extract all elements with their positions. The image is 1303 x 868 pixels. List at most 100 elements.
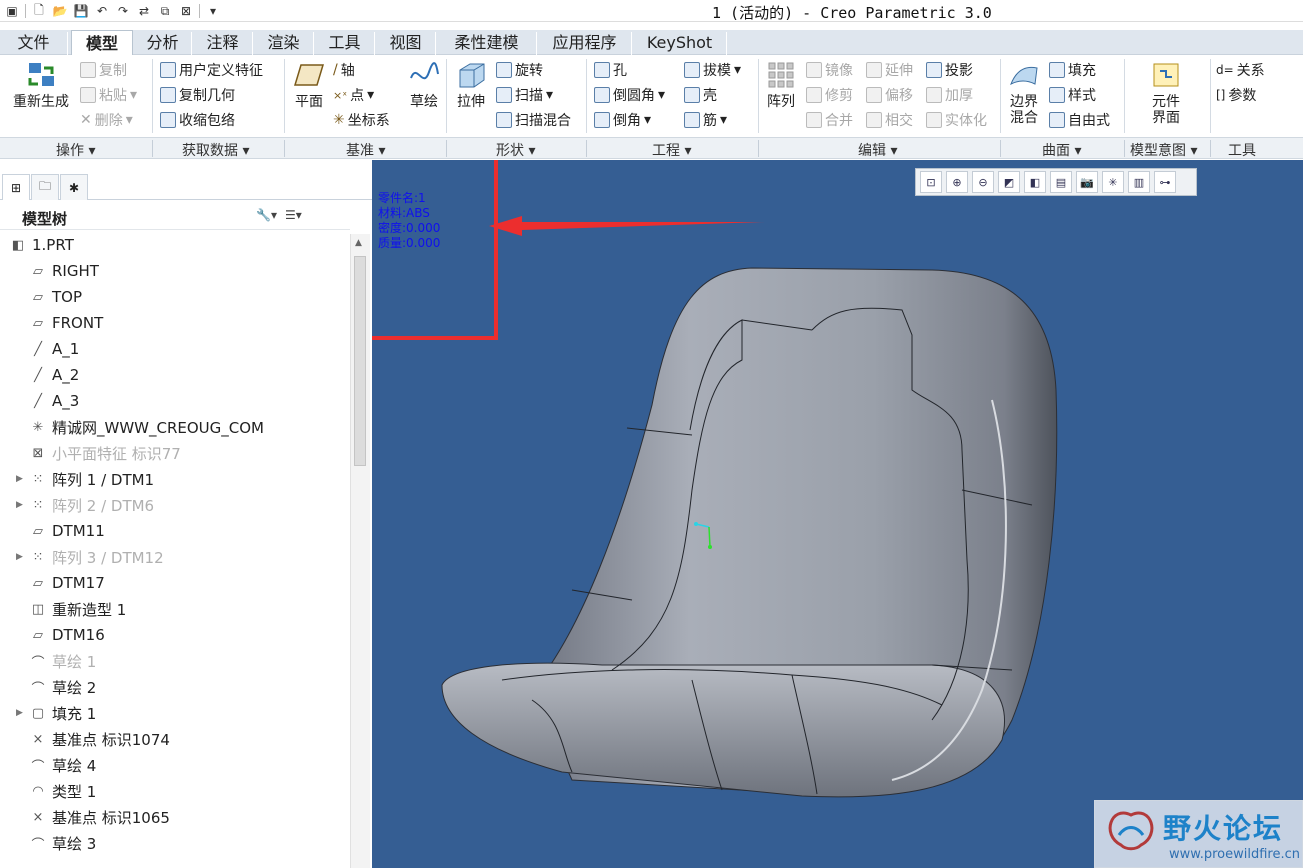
group-editing[interactable]: 编辑 ▾ bbox=[858, 140, 897, 160]
tree-item[interactable]: ▶ ⁙ 阵列 2 / DTM6 bbox=[0, 492, 350, 518]
scrollbar-thumb[interactable] bbox=[354, 256, 366, 466]
regenerate-button[interactable]: 重新生成 bbox=[8, 60, 74, 110]
plane-button[interactable]: 平面 bbox=[290, 60, 328, 110]
group-datum[interactable]: 基准 ▾ bbox=[346, 140, 385, 160]
csys-button[interactable]: ✳ 坐标系 bbox=[333, 110, 390, 130]
axis-button[interactable]: / 轴 bbox=[333, 60, 355, 80]
tab-annotate[interactable]: 注释 bbox=[193, 32, 253, 55]
component-interface-button[interactable]: 元件 界面 bbox=[1146, 60, 1186, 126]
scroll-up-icon[interactable]: ▲ bbox=[355, 238, 362, 248]
project-button[interactable]: 投影 bbox=[926, 60, 973, 80]
tree-item[interactable]: ▱ TOP bbox=[0, 284, 350, 310]
udf-button[interactable]: 用户定义特征 bbox=[160, 60, 263, 80]
tree-item[interactable]: ╱ A_1 bbox=[0, 336, 350, 362]
tree-item[interactable]: × 基准点 标识1065 bbox=[0, 804, 350, 830]
tab-analysis[interactable]: 分析 bbox=[134, 32, 192, 55]
refit-icon[interactable]: ⊡ bbox=[920, 171, 942, 193]
swept-blend-button[interactable]: 扫描混合 bbox=[496, 110, 571, 130]
open-folder-icon[interactable]: 📂 bbox=[52, 3, 68, 19]
seat-model[interactable] bbox=[372, 160, 1303, 868]
style-button[interactable]: 样式 bbox=[1049, 85, 1096, 105]
view-manager-icon[interactable]: 📷 bbox=[1076, 171, 1098, 193]
tab-flexible-modeling[interactable]: 柔性建模 bbox=[437, 32, 537, 55]
expand-arrow-icon[interactable]: ▶ bbox=[16, 474, 23, 484]
tree-item[interactable]: ▱ DTM17 bbox=[0, 570, 350, 596]
redo-icon[interactable]: ↷ bbox=[115, 3, 131, 19]
customize-toolbar-icon[interactable]: ▾ bbox=[205, 3, 221, 19]
close-window-icon[interactable]: ⊠ bbox=[178, 3, 194, 19]
tree-item[interactable]: ▱ FRONT bbox=[0, 310, 350, 336]
chamfer-button[interactable]: 倒角 ▾ bbox=[594, 110, 651, 130]
tree-item[interactable]: ▶ ⁙ 阵列 3 / DTM12 bbox=[0, 544, 350, 570]
freestyle-button[interactable]: 自由式 bbox=[1049, 110, 1110, 130]
copy-button[interactable]: 复制 bbox=[80, 60, 127, 80]
hole-button[interactable]: 孔 bbox=[594, 60, 627, 80]
tree-item[interactable]: ╱ A_3 bbox=[0, 388, 350, 414]
fill-button[interactable]: 填充 bbox=[1049, 60, 1096, 80]
tree-item[interactable]: × 基准点 标识1074 bbox=[0, 726, 350, 752]
rib-button[interactable]: 筋 ▾ bbox=[684, 110, 727, 130]
boundary-blend-button[interactable]: 边界 混合 bbox=[1005, 60, 1043, 126]
extend-button[interactable]: 延伸 bbox=[866, 60, 913, 80]
draft-button[interactable]: 拔模 ▾ bbox=[684, 60, 741, 80]
tree-item[interactable]: ⌒ 草绘 4 bbox=[0, 752, 350, 778]
tab-view[interactable]: 视图 bbox=[376, 32, 436, 55]
extrude-button[interactable]: 拉伸 bbox=[452, 60, 490, 110]
expand-arrow-icon[interactable]: ▶ bbox=[16, 552, 23, 562]
group-tools[interactable]: 工具 bbox=[1228, 140, 1256, 160]
offset-button[interactable]: 偏移 bbox=[866, 85, 913, 105]
group-get-data[interactable]: 获取数据 ▾ bbox=[182, 140, 249, 160]
tree-item[interactable]: ✳ 精诚网_WWW_CREOUG_COM bbox=[0, 414, 350, 440]
mirror-button[interactable]: 镜像 bbox=[806, 60, 853, 80]
sweep-button[interactable]: 扫描 ▾ bbox=[496, 85, 553, 105]
annotation-display-icon[interactable]: ▥ bbox=[1128, 171, 1150, 193]
group-surfaces[interactable]: 曲面 ▾ bbox=[1042, 140, 1081, 160]
parameters-button[interactable]: [] 参数 bbox=[1216, 85, 1256, 105]
tree-settings-icon[interactable]: 🔧▾ bbox=[256, 208, 277, 222]
pattern-button[interactable]: 阵列 bbox=[762, 60, 800, 110]
copy-geometry-button[interactable]: 复制几何 bbox=[160, 85, 235, 105]
tab-model[interactable]: 模型 bbox=[71, 30, 133, 56]
tree-item[interactable]: ◫ 重新造型 1 bbox=[0, 596, 350, 622]
intersect-button[interactable]: 相交 bbox=[866, 110, 913, 130]
tree-item[interactable]: ▶ ⁙ 阵列 1 / DTM1 bbox=[0, 466, 350, 492]
undo-icon[interactable]: ↶ bbox=[94, 3, 110, 19]
repaint-icon[interactable]: ◩ bbox=[998, 171, 1020, 193]
shell-button[interactable]: 壳 bbox=[684, 85, 717, 105]
trim-button[interactable]: 修剪 bbox=[806, 85, 853, 105]
sketch-button[interactable]: 草绘 bbox=[406, 60, 442, 110]
regenerate-small-icon[interactable]: ⇄ bbox=[136, 3, 152, 19]
tree-item[interactable]: ▱ RIGHT bbox=[0, 258, 350, 284]
relations-button[interactable]: d= 关系 bbox=[1216, 60, 1265, 80]
zoom-in-icon[interactable]: ⊕ bbox=[946, 171, 968, 193]
tab-render[interactable]: 渲染 bbox=[254, 32, 314, 55]
point-button[interactable]: ×ˣ 点 ▾ bbox=[333, 85, 374, 105]
tab-file[interactable]: 文件 bbox=[0, 32, 68, 55]
tab-applications[interactable]: 应用程序 bbox=[538, 32, 632, 55]
group-operations[interactable]: 操作 ▾ bbox=[56, 140, 95, 160]
group-engineering[interactable]: 工程 ▾ bbox=[652, 140, 691, 160]
expand-arrow-icon[interactable]: ▶ bbox=[16, 500, 23, 510]
tree-item[interactable]: ▱ DTM11 bbox=[0, 518, 350, 544]
paste-button[interactable]: 粘贴 ▾ bbox=[80, 85, 137, 105]
tree-item[interactable]: ⌒ 草绘 3 bbox=[0, 830, 350, 856]
tree-columns-icon[interactable]: ☰▾ bbox=[285, 208, 302, 222]
graphics-viewport[interactable]: 零件名:1 材料:ABS 密度:0.000 质量:0.000 ⊡ ⊕ ⊖ ◩ ◧… bbox=[372, 160, 1303, 868]
spin-center-icon[interactable]: ⊶ bbox=[1154, 171, 1176, 193]
merge-button[interactable]: 合并 bbox=[806, 110, 853, 130]
zoom-out-icon[interactable]: ⊖ bbox=[972, 171, 994, 193]
shrinkwrap-button[interactable]: 收缩包络 bbox=[160, 110, 235, 130]
display-style-icon[interactable]: ◧ bbox=[1024, 171, 1046, 193]
group-model-intent[interactable]: 模型意图 ▾ bbox=[1130, 140, 1197, 160]
tree-item[interactable]: ▱ DTM16 bbox=[0, 622, 350, 648]
expand-arrow-icon[interactable]: ▶ bbox=[16, 708, 23, 718]
model-tree-scrollbar[interactable]: ▲ bbox=[350, 234, 370, 868]
saved-orientations-icon[interactable]: ▤ bbox=[1050, 171, 1072, 193]
tree-item[interactable]: ╱ A_2 bbox=[0, 362, 350, 388]
save-icon[interactable]: 💾 bbox=[73, 3, 89, 19]
app-icon[interactable]: ▣ bbox=[4, 3, 20, 19]
revolve-button[interactable]: 旋转 bbox=[496, 60, 543, 80]
delete-button[interactable]: ✕ 删除 ▾ bbox=[80, 110, 133, 130]
tree-item[interactable]: ▶ ▢ 填充 1 bbox=[0, 700, 350, 726]
tree-item[interactable]: ⌒ 草绘 1 bbox=[0, 648, 350, 674]
